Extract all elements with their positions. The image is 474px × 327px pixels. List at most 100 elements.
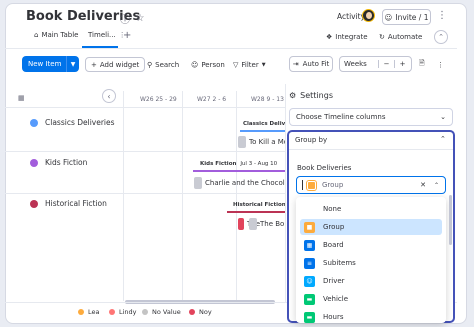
timeline-item[interactable]: The Bo <box>249 218 284 230</box>
new-item-button[interactable]: New Item ▼ <box>22 56 79 72</box>
timeline-group-label: Historical Fiction <box>233 202 286 208</box>
timescale-value: Weeks <box>344 60 367 68</box>
invite-button[interactable]: ☺ Invite / 1 <box>382 9 431 25</box>
plus-icon[interactable]: + <box>394 60 410 68</box>
item-status <box>238 136 246 148</box>
automate-label: Automate <box>387 33 423 41</box>
people-icon: ☺ <box>304 275 315 287</box>
legend-label: Lindy <box>119 308 137 316</box>
timescale-select[interactable]: Weeks − + <box>339 56 412 72</box>
more-options-icon[interactable]: ⋮ <box>437 10 448 21</box>
group-row-kids[interactable]: Kids Fiction <box>30 158 87 167</box>
item-status <box>194 177 202 189</box>
group-by-dropdown: None ■ Group ▦ Board ≡ Subitems ☺ Driver… <box>296 197 446 323</box>
minus-icon[interactable]: − <box>378 60 394 68</box>
divider <box>5 193 285 194</box>
option-vehicle[interactable]: ▬ Vehicle <box>300 291 442 307</box>
legend-label: Noy <box>199 308 212 316</box>
group-row-classics[interactable]: Classics Deliveries <box>30 118 115 127</box>
search-button[interactable]: ⚲ Search <box>147 57 179 72</box>
timeline-item-label: To Kill a Mo <box>249 138 289 146</box>
chevron-down-icon: ⌄ <box>440 113 446 121</box>
legend-dot <box>78 309 84 315</box>
integrate-button[interactable]: ❖ Integrate <box>326 33 368 41</box>
option-label: Board <box>323 241 344 249</box>
tab-timeline-label: Timeli... <box>88 31 116 39</box>
legend-dot <box>109 309 115 315</box>
item-status <box>249 218 257 230</box>
person-label: Person <box>201 60 225 69</box>
group-name: Classics Deliveries <box>45 118 115 127</box>
grid-icon: ▦ <box>18 94 25 102</box>
filter-button[interactable]: ▽ Filter ▼ <box>233 57 266 72</box>
option-group[interactable]: ■ Group <box>300 219 442 235</box>
add-widget-button[interactable]: + Add widget <box>85 57 146 72</box>
clear-icon[interactable]: ✕ <box>420 181 426 189</box>
week-label: W28 9 - 13 <box>251 96 284 103</box>
group-by-header[interactable]: Group by <box>295 136 327 144</box>
tab-main-table[interactable]: ⌂ Main Table <box>34 31 79 39</box>
group-name: Kids Fiction <box>45 158 88 167</box>
add-widget-label: Add widget <box>99 60 140 69</box>
group-row-historical[interactable]: Historical Fiction <box>30 199 107 208</box>
timeline-group-name: Kids Fiction <box>200 161 237 167</box>
timeline-columns-section[interactable]: Choose Timeline columns ⌄ <box>289 108 453 126</box>
add-view-icon[interactable]: + <box>123 30 131 41</box>
week-label: W27 2 - 6 <box>197 96 227 103</box>
auto-fit-label: Auto Fit <box>302 60 330 68</box>
info-icon[interactable]: ⓘ <box>119 12 131 26</box>
tab-timeline[interactable]: Timeli... ⋮ <box>88 31 126 39</box>
option-label: Driver <box>323 277 345 285</box>
group-name: Historical Fiction <box>45 199 107 208</box>
automate-button[interactable]: ↻ Automate <box>379 33 422 41</box>
integrate-label: Integrate <box>335 33 368 41</box>
export-icon[interactable]: 🗎 <box>419 57 425 72</box>
board-icon: ▦ <box>304 239 315 251</box>
timeline-item[interactable]: To Kill a Mo <box>238 136 288 148</box>
group-color-dot <box>30 199 38 208</box>
legend-dot <box>142 309 148 315</box>
timeline-dates: Jul 3 - Aug 10 <box>240 161 278 167</box>
avatar[interactable] <box>362 9 375 22</box>
legend-item: Lindy <box>109 308 137 316</box>
option-board[interactable]: ▦ Board <box>300 237 442 253</box>
home-icon: ⌂ <box>34 31 39 39</box>
option-label: Vehicle <box>323 295 349 303</box>
divider <box>123 91 124 301</box>
group-color-dot <box>30 118 38 127</box>
week-label: W26 25 - 29 <box>140 96 177 103</box>
option-none[interactable]: None <box>300 201 442 217</box>
option-driver[interactable]: ☺ Driver <box>300 273 442 289</box>
settings-title: ⚙ Settings <box>289 91 333 100</box>
filter-icon: ▽ <box>233 60 239 69</box>
option-hours[interactable]: ▬ Hours <box>300 309 442 323</box>
status-icon: ▬ <box>304 293 315 305</box>
person-filter-button[interactable]: ☺ Person <box>191 57 225 72</box>
group-color-dot <box>30 158 38 167</box>
invite-label: Invite / 1 <box>395 12 429 22</box>
dropdown-scrollbar[interactable] <box>449 195 452 245</box>
item-status <box>238 218 244 230</box>
divider <box>289 149 453 150</box>
chevron-down-icon[interactable]: ▼ <box>66 56 79 72</box>
option-label: Subitems <box>323 259 356 267</box>
legend-item: No Value <box>142 308 181 316</box>
more-options-icon[interactable]: ⋮ <box>437 57 444 72</box>
timeline-item-label: The Bo <box>260 220 285 228</box>
integrate-icon: ❖ <box>326 33 333 41</box>
timeline-group-line <box>193 170 285 172</box>
chevron-left-icon[interactable]: ‹ <box>102 89 116 103</box>
filter-label: Filter <box>241 60 259 69</box>
activity-link[interactable]: Activity <box>337 12 365 21</box>
option-subitems[interactable]: ≡ Subitems <box>300 255 442 271</box>
chevron-up-icon[interactable]: ⌃ <box>434 182 439 189</box>
chevron-up-icon[interactable]: ⌃ <box>440 135 446 143</box>
divider <box>236 91 237 301</box>
person-icon: ☺ <box>191 60 199 69</box>
timeline-group-line <box>227 211 285 213</box>
group-by-select[interactable]: Group ✕ ⌃ <box>296 176 446 194</box>
auto-fit-button[interactable]: ⇥ Auto Fit <box>289 56 333 72</box>
hours-icon: ▬ <box>304 311 315 323</box>
star-icon[interactable]: ☆ <box>134 12 146 24</box>
collapse-header-button[interactable]: ⌃ <box>434 30 448 44</box>
